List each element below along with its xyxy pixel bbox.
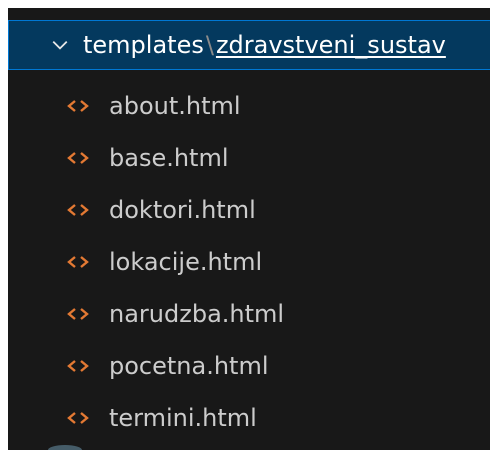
file-item-about[interactable]: about.html (8, 80, 490, 132)
file-label: doktori.html (109, 196, 256, 224)
file-list: about.html base.html doktori.html lokaci… (8, 80, 490, 444)
file-label: termini.html (109, 404, 257, 432)
file-item-doktori[interactable]: doktori.html (8, 184, 490, 236)
file-label: lokacije.html (109, 248, 263, 276)
html-file-icon (67, 152, 89, 164)
file-label: pocetna.html (109, 352, 269, 380)
folder-templates[interactable]: templates \ zdravstveni_sustav (8, 20, 490, 70)
folder-name: templates (83, 31, 204, 59)
file-item-base[interactable]: base.html (8, 132, 490, 184)
explorer-panel: templates \ zdravstveni_sustav about.htm… (8, 8, 490, 450)
file-label: narudzba.html (109, 300, 285, 328)
html-file-icon (67, 256, 89, 268)
html-file-icon (67, 308, 89, 320)
partial-icon (48, 445, 82, 450)
file-label: base.html (109, 144, 229, 172)
file-item-termini[interactable]: termini.html (8, 392, 490, 444)
file-item-narudzba[interactable]: narudzba.html (8, 288, 490, 340)
html-file-icon (67, 100, 89, 112)
path-separator: \ (205, 31, 214, 59)
file-item-pocetna[interactable]: pocetna.html (8, 340, 490, 392)
html-file-icon (67, 412, 89, 424)
file-item-lokacije[interactable]: lokacije.html (8, 236, 490, 288)
html-file-icon (67, 204, 89, 216)
html-file-icon (67, 360, 89, 372)
subfolder-link[interactable]: zdravstveni_sustav (216, 31, 446, 59)
file-label: about.html (109, 92, 241, 120)
chevron-down-icon[interactable] (51, 36, 69, 54)
